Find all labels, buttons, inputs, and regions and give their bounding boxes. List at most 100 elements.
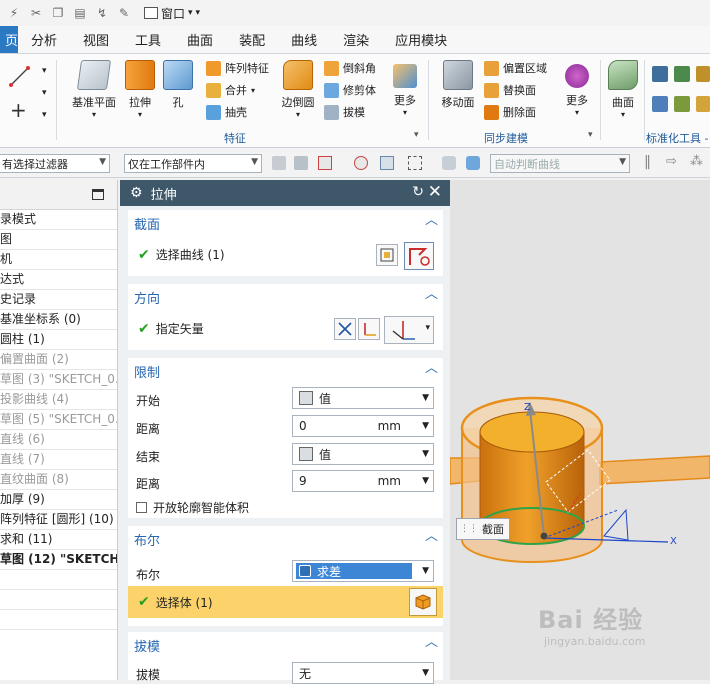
snap-tool-icon[interactable] (318, 156, 332, 170)
end-type-select[interactable]: 值 ▼ (292, 443, 434, 465)
point-icon[interactable]: + (10, 98, 27, 122)
offset-region-button[interactable]: 偏置区域 (484, 60, 547, 76)
navigator-item[interactable]: 图 (0, 230, 117, 250)
std-tool-icon[interactable] (696, 96, 710, 112)
paste-icon[interactable]: ▤ (72, 5, 88, 21)
boolean-select[interactable]: 求差 ▼ (292, 560, 434, 582)
chevron-down-icon[interactable]: ▾ (42, 66, 47, 76)
start-distance-input[interactable]: 0 mm ▼ (292, 415, 434, 437)
scope-select[interactable]: 仅在工作部件内 ▼ (124, 154, 262, 173)
collapse-icon[interactable]: ︿ (425, 636, 438, 649)
more-sync-button[interactable]: 更多 ▾ (562, 64, 592, 117)
inferred-vector-select[interactable]: ▾ (384, 316, 434, 344)
tab-tools[interactable]: 工具 (122, 26, 174, 53)
surface-button[interactable]: 曲面 ▾ (606, 60, 640, 119)
collapse-icon[interactable]: ︿ (425, 288, 438, 301)
snap-tool-icon[interactable] (408, 156, 422, 170)
snap-tool-icon[interactable] (354, 156, 368, 170)
repeat-command-icon[interactable]: ↯ (94, 5, 110, 21)
navigator-item[interactable]: 直纹曲面 (8) (0, 470, 117, 490)
tab-home[interactable]: 页 (0, 26, 18, 53)
hole-button[interactable]: 孔 (162, 60, 194, 110)
navigator-item[interactable]: 偏置曲面 (2) (0, 350, 117, 370)
navigator-item[interactable]: 史记录 (0, 290, 117, 310)
edge-blend-button[interactable]: 边倒圆 ▾ (276, 60, 320, 119)
shell-button[interactable]: 抽壳 (206, 104, 247, 120)
tab-curve[interactable]: 曲线 (278, 26, 330, 53)
datum-plane-button[interactable]: 基准平面 ▾ (70, 60, 118, 119)
close-icon[interactable]: ✕ (428, 182, 442, 202)
stop-at-intersection-icon[interactable]: ‖ (644, 154, 651, 170)
path-icon[interactable]: ⁂ (690, 154, 703, 169)
navigator-item[interactable]: 直线 (6) (0, 430, 117, 450)
navigator-item[interactable]: 机 (0, 250, 117, 270)
group-expand-icon[interactable]: ▾ (414, 130, 419, 140)
collapse-icon[interactable]: ︿ (425, 362, 438, 375)
cut-icon[interactable]: ✂ (28, 5, 44, 21)
sketch-section-button[interactable] (376, 244, 398, 266)
specify-vector-row[interactable]: ✔ 指定矢量 (138, 320, 204, 337)
select-curve-row[interactable]: ✔ 选择曲线 (1) (138, 246, 225, 263)
direction-section-header[interactable]: 方向 ︿ (128, 284, 443, 310)
navigator-item[interactable]: 达式 (0, 270, 117, 290)
reverse-direction-button[interactable] (334, 318, 356, 340)
open-profile-checkbox[interactable] (136, 502, 147, 513)
lightning-icon[interactable]: ⚡ (6, 5, 22, 21)
start-type-select[interactable]: 值 ▼ (292, 387, 434, 409)
profile-section-header[interactable]: 截面 ︿ (128, 210, 443, 236)
std-tool-icon[interactable] (674, 66, 690, 82)
snap-tool-icon[interactable] (272, 156, 286, 170)
line-icon[interactable] (8, 64, 32, 88)
curve-button[interactable] (404, 242, 434, 270)
vector-dialog-button[interactable] (358, 318, 380, 340)
tab-surface[interactable]: 曲面 (174, 26, 226, 53)
navigator-item[interactable]: 草图 (5) "SKETCH_0… (0, 410, 117, 430)
boolean-section-header[interactable]: 布尔 ︿ (128, 526, 443, 552)
maximize-icon[interactable] (92, 189, 104, 200)
extrude-button[interactable]: 拉伸 ▾ (122, 60, 158, 119)
group-expand-icon[interactable]: ▾ (588, 130, 593, 140)
navigator-item[interactable]: 录模式 (0, 210, 117, 230)
tab-view[interactable]: 视图 (70, 26, 122, 53)
delete-face-button[interactable]: 删除面 (484, 104, 536, 120)
draft-select[interactable]: 无 ▼ (292, 662, 434, 684)
chamfer-button[interactable]: 倒斜角 (324, 60, 376, 76)
move-face-button[interactable]: 移动面 (438, 60, 478, 110)
std-tool-icon[interactable] (696, 66, 710, 82)
navigator-item[interactable]: 直线 (7) (0, 450, 117, 470)
navigator-item[interactable]: 草图 (3) "SKETCH_0… (0, 370, 117, 390)
tab-application[interactable]: 应用模块 (382, 26, 460, 53)
navigator-item[interactable]: 草图 (12) "SKETCH… (0, 550, 117, 570)
unite-button[interactable]: 合并 ▾ (206, 82, 255, 98)
collapse-icon[interactable]: ︿ (425, 530, 438, 543)
chevron-down-icon[interactable]: ▾ (42, 88, 47, 98)
navigator-item[interactable]: 基准坐标系 (0) (0, 310, 117, 330)
navigator-item[interactable]: 求和 (11) (0, 530, 117, 550)
std-tool-icon[interactable] (652, 66, 668, 82)
tab-analysis[interactable]: 分析 (18, 26, 70, 53)
more-feature-button[interactable]: 更多 ▾ (390, 64, 420, 117)
navigator-item[interactable]: 投影曲线 (4) (0, 390, 117, 410)
snap-tool-icon[interactable] (466, 156, 480, 170)
tab-render[interactable]: 渲染 (330, 26, 382, 53)
collapse-icon[interactable]: ︿ (425, 214, 438, 227)
type-filter-select[interactable]: 有选择过滤器 ▼ (0, 154, 110, 173)
std-tool-icon[interactable] (652, 96, 668, 112)
select-body-row[interactable]: ✔ 选择体 (1) (128, 586, 443, 618)
curve-rule-select[interactable]: 自动判断曲线 ▼ (490, 154, 630, 173)
copy-icon[interactable]: ❐ (50, 5, 66, 21)
navigator-item[interactable]: 加厚 (9) (0, 490, 117, 510)
draft-button[interactable]: 拔模 (324, 104, 365, 120)
draft-section-header[interactable]: 拔模 ︿ (128, 632, 443, 658)
open-profile-row[interactable]: 开放轮廓智能体积 (136, 499, 249, 516)
std-tool-icon[interactable] (674, 96, 690, 112)
reset-icon[interactable]: ↻ (412, 184, 424, 200)
window-menu[interactable]: 窗口 ▾ ▾ (144, 5, 200, 22)
chevron-down-icon[interactable]: ▾ (42, 110, 47, 120)
end-distance-input[interactable]: 9 mm ▼ (292, 470, 434, 492)
trim-body-button[interactable]: 修剪体 (324, 82, 376, 98)
snap-tool-icon[interactable] (294, 156, 308, 170)
customize-icon[interactable]: ▾ (196, 8, 201, 18)
touch-mode-icon[interactable]: ✎ (116, 5, 132, 21)
gear-icon[interactable]: ⚙ (130, 185, 143, 201)
